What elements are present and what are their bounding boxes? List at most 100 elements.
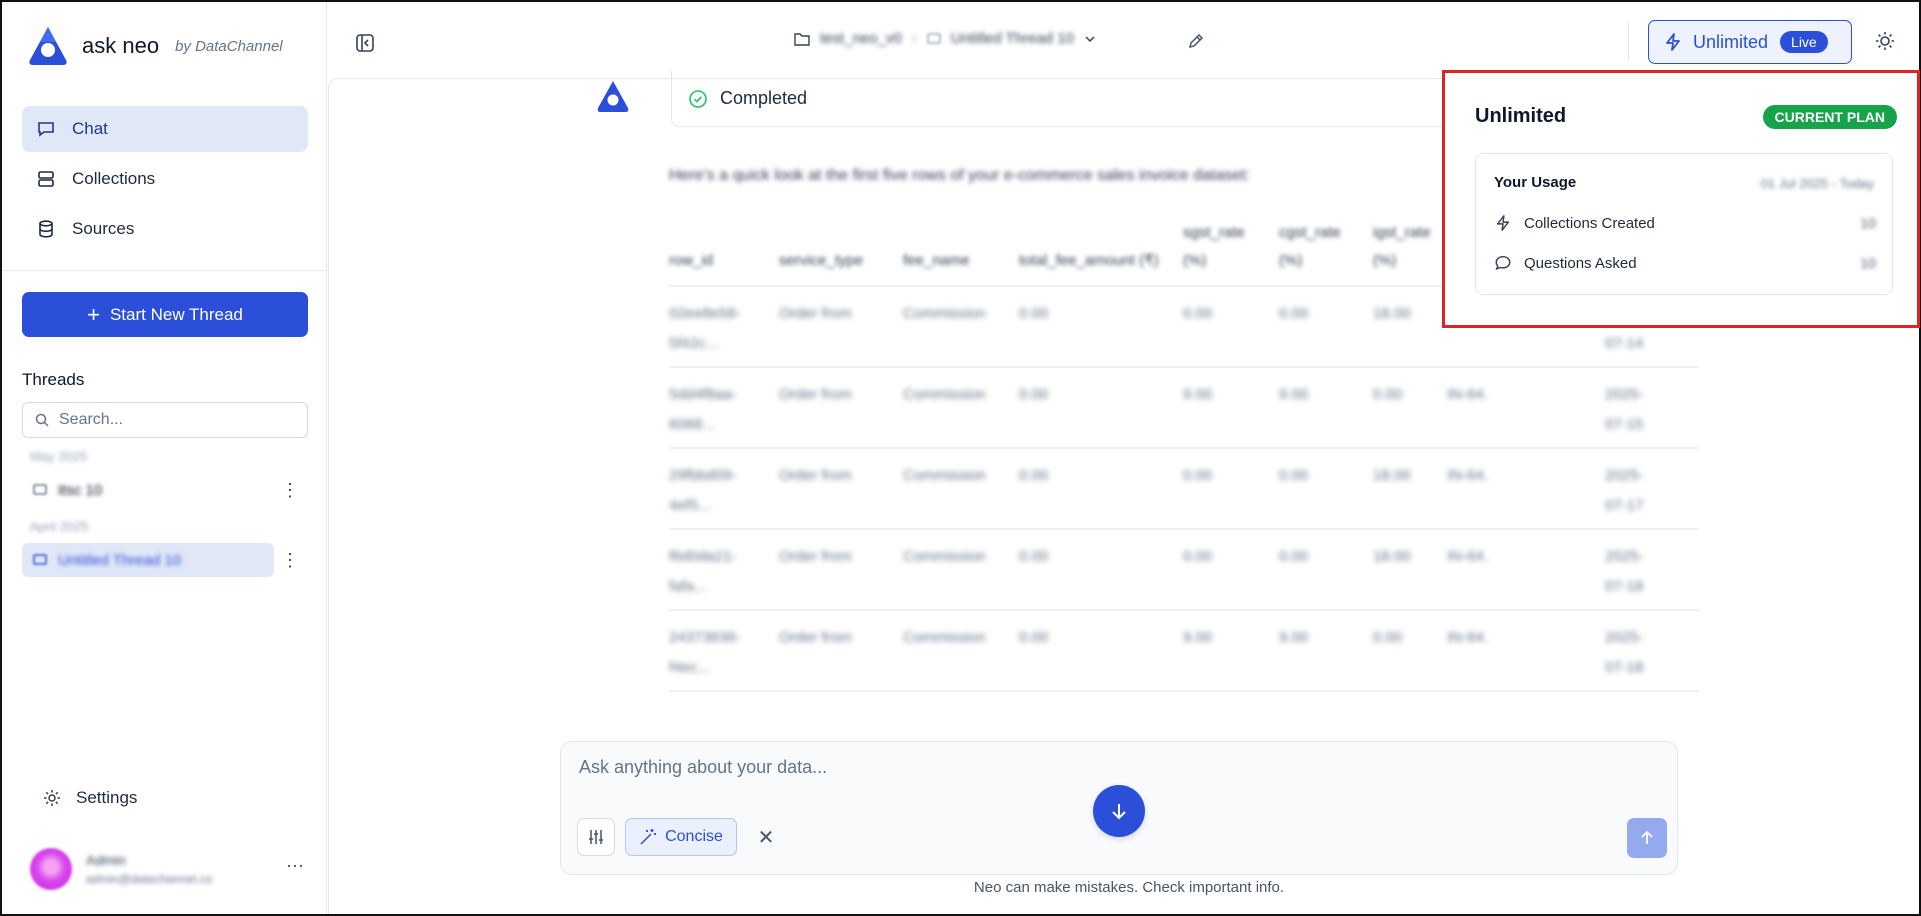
- usage-label: Collections Created: [1524, 214, 1655, 232]
- table-cell: 0.00: [1019, 629, 1049, 646]
- search-placeholder: Search...: [59, 411, 124, 428]
- avatar: [30, 848, 72, 890]
- nav-item-collections[interactable]: Collections: [22, 156, 308, 202]
- user-info: Admin admin@datachannel.co: [86, 852, 212, 886]
- current-plan-badge: CURRENT PLAN: [1762, 105, 1897, 129]
- settings-sliders-button[interactable]: [577, 818, 615, 856]
- table-cell: 0.00: [1183, 467, 1213, 484]
- neo-logo-icon: [29, 27, 67, 65]
- settings-label: Settings: [76, 788, 138, 807]
- table-cell: Commission: [903, 548, 986, 565]
- thread-search[interactable]: Search...: [22, 402, 308, 438]
- table-cell: 9.00: [1183, 629, 1213, 646]
- table-cell: 0.00: [1373, 386, 1403, 403]
- table-cell: IN-64.: [1447, 548, 1488, 565]
- sidebar: ask neo by DataChannel Chat Collections …: [2, 2, 327, 914]
- user-profile[interactable]: Admin admin@datachannel.co ⋯: [30, 844, 310, 894]
- brand-byline: by DataChannel: [175, 37, 283, 55]
- bolt-icon: [1496, 215, 1510, 231]
- sidebar-toggle-icon[interactable]: [354, 32, 376, 54]
- plan-title: Unlimited: [1475, 105, 1567, 127]
- arrow-down-icon: [1112, 804, 1126, 820]
- app-window: ask neo by DataChannel Chat Collections …: [2, 2, 1920, 914]
- sidebar-divider: [2, 270, 327, 271]
- settings-button[interactable]: Settings: [42, 788, 137, 808]
- table-cell: 2025-07-18: [1605, 548, 1644, 595]
- table-cell: 2025-07-15: [1605, 386, 1644, 433]
- column-header: row_id: [669, 252, 714, 269]
- plan-button[interactable]: Unlimited Live: [1648, 20, 1852, 64]
- response-summary: Here's a quick look at the first five ro…: [669, 167, 1251, 184]
- topbar-divider: [1628, 22, 1629, 62]
- column-header: igst_rate (%): [1373, 224, 1431, 269]
- table-cell: 18.00: [1373, 548, 1411, 565]
- column-header: service_type: [779, 252, 864, 269]
- collections-icon: [38, 171, 54, 187]
- concise-label: Concise: [665, 828, 723, 845]
- nav-item-label: Collections: [72, 169, 156, 188]
- usage-label: Questions Asked: [1524, 254, 1637, 272]
- pencil-icon[interactable]: [1186, 31, 1206, 51]
- table-cell: 29fbbd09-4ef5...: [669, 467, 737, 514]
- message-icon: [1495, 255, 1511, 271]
- table-cell: 0.00: [1183, 305, 1213, 322]
- more-vertical-icon[interactable]: ⋮: [280, 473, 300, 507]
- folder-icon: [794, 32, 810, 46]
- thread-item-active[interactable]: Untitled Thread 10: [22, 543, 274, 577]
- breadcrumb-separator: ›: [911, 30, 917, 47]
- usage-value: 10: [1860, 215, 1876, 231]
- column-header: sgst_rate (%): [1183, 224, 1245, 269]
- sun-icon[interactable]: [1874, 30, 1896, 52]
- table-cell: 2025-07-18: [1605, 629, 1644, 676]
- table-row: 29fbbd09-4ef5... Order from Commission 0.00…: [669, 449, 1699, 530]
- nav-item-chat[interactable]: Chat: [22, 106, 308, 152]
- table-cell: 0.00: [1279, 467, 1309, 484]
- usage-title: Your Usage: [1494, 174, 1577, 191]
- table-cell: Commission: [903, 629, 986, 646]
- scroll-to-bottom-button[interactable]: [1093, 785, 1145, 837]
- table-cell: 0.00: [1019, 305, 1049, 322]
- table-cell: 0.00: [1373, 629, 1403, 646]
- send-button[interactable]: [1627, 818, 1667, 858]
- plan-label: Unlimited: [1693, 31, 1769, 52]
- thread-title: Itsc 10: [58, 481, 103, 499]
- status-card[interactable]: Completed: [671, 71, 1451, 127]
- magic-wand-icon: [640, 829, 657, 845]
- plus-icon: +: [87, 301, 100, 327]
- table-cell: Order from: [779, 548, 852, 565]
- thread-group-label: April 2025: [30, 519, 89, 534]
- more-vertical-icon[interactable]: ⋮: [280, 543, 300, 577]
- table-cell: 0.00: [1279, 548, 1309, 565]
- nav-item-sources[interactable]: Sources: [22, 206, 308, 252]
- database-icon: [39, 220, 53, 238]
- close-icon[interactable]: ✕: [753, 824, 779, 850]
- usage-card: Your Usage 01 Jul 2025 - Today Collectio…: [1475, 153, 1893, 295]
- table-cell: 0.00: [1019, 467, 1049, 484]
- thread-group-label: May 2025: [30, 449, 88, 464]
- chat-input[interactable]: [579, 754, 1479, 780]
- column-header: cgst_rate (%): [1279, 224, 1341, 269]
- usage-range: 01 Jul 2025 - Today: [1760, 176, 1874, 191]
- thread-item[interactable]: Itsc 10: [22, 473, 274, 507]
- nav-item-label: Sources: [72, 219, 135, 238]
- more-horizontal-icon[interactable]: ⋯: [286, 856, 304, 877]
- table-cell: 24373636-f4ec...: [669, 629, 741, 676]
- user-email: admin@datachannel.co: [86, 872, 213, 886]
- concise-mode-button[interactable]: Concise: [625, 818, 737, 856]
- breadcrumb-folder: test_neo_v0: [820, 30, 902, 47]
- brand-name: ask neo: [82, 33, 160, 58]
- usage-row-collections: Collections Created 10: [1494, 214, 1876, 232]
- neo-logo-icon: [597, 81, 629, 112]
- breadcrumb[interactable]: test_neo_v0 › Untitled Thread 10: [794, 30, 1096, 47]
- table-cell: 18.00: [1373, 305, 1411, 322]
- start-new-thread-button[interactable]: + Start New Thread: [22, 292, 308, 337]
- brand[interactable]: ask neo by DataChannel: [26, 24, 283, 68]
- message-square-icon: [33, 554, 47, 565]
- bolt-icon: [1666, 33, 1680, 51]
- arrow-up-icon: [1641, 830, 1653, 844]
- table-cell: Commission: [903, 305, 986, 322]
- check-circle-icon: [689, 89, 707, 108]
- table-cell: 9.00: [1183, 386, 1213, 403]
- table-cell: Order from: [779, 629, 852, 646]
- table-cell: 0.00: [1019, 386, 1049, 403]
